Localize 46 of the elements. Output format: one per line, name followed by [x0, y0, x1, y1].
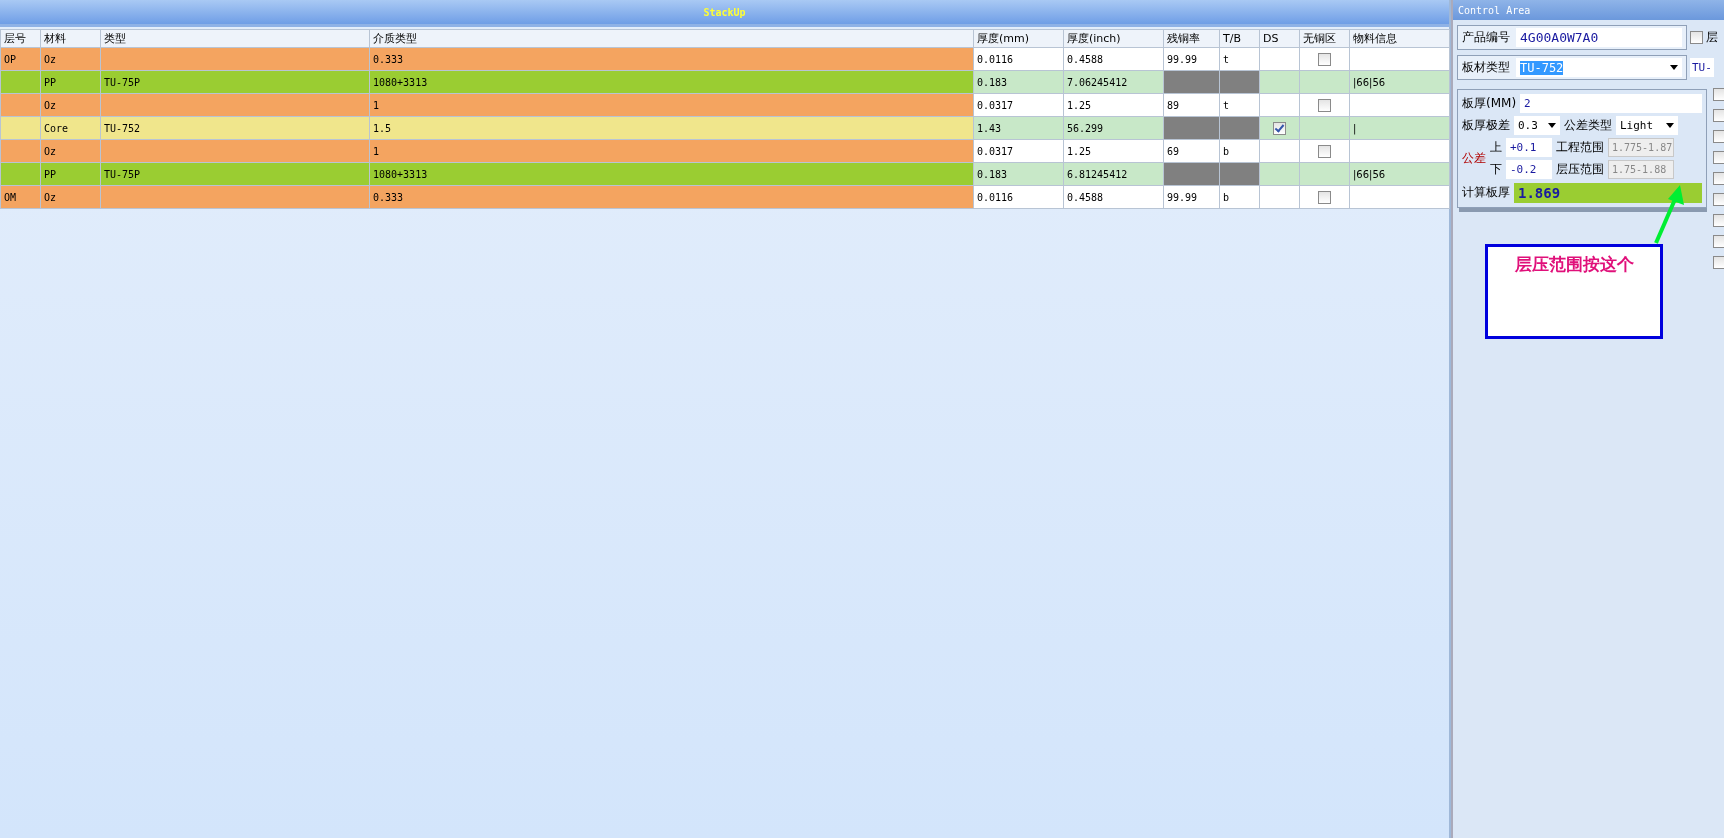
table-cell: 1 [369, 93, 974, 117]
calculated-value: 1.869 [1514, 182, 1702, 203]
column-header: 层号 [0, 29, 41, 48]
table-cell: TU-752 [100, 116, 370, 140]
input-field[interactable]: +0.1 [1506, 138, 1552, 157]
input-field[interactable]: 4G00A0W7A0 [1516, 28, 1682, 47]
column-header: 类型 [100, 29, 370, 48]
tolerance-label: 公差 [1462, 150, 1486, 167]
column-header: T/B [1219, 29, 1260, 48]
field-label: 公差类型 [1564, 117, 1612, 134]
annotation-text: 层压范围按这个 [1514, 253, 1634, 276]
input-field[interactable]: TU- [1690, 58, 1714, 77]
field-label: 计算板厚 [1462, 184, 1510, 201]
column-header: 介质类型 [369, 29, 974, 48]
field-label: 板厚(MM) [1462, 95, 1517, 112]
field-label: 上 [1490, 139, 1502, 156]
column-header: 残铜率 [1163, 29, 1220, 48]
input-field[interactable]: -0.2 [1506, 160, 1552, 179]
field-label: 层压范围 [1556, 161, 1604, 178]
table-cell: OM [0, 185, 41, 209]
checkbox-label: 层 [1706, 29, 1718, 46]
column-header: 物料信息 [1349, 29, 1450, 48]
field-label: 板材类型 [1462, 59, 1510, 76]
panel-title: Control Area [1458, 4, 1531, 16]
table-cell: 1080+3313 [369, 162, 974, 186]
table-cell: TU-75P [100, 162, 370, 186]
column-header: 无铜区 [1299, 29, 1350, 48]
column-header: 厚度(mm) [973, 29, 1064, 48]
dropdown[interactable]: Light [1616, 116, 1678, 135]
table-cell: 1 [369, 139, 974, 163]
window-title: StackUp [703, 6, 746, 18]
table-cell: 0.333 [369, 47, 974, 71]
field-label: 板厚极差 [1462, 117, 1510, 134]
table-cell: 1080+3313 [369, 70, 974, 94]
table-cell: TU-75P [100, 70, 370, 94]
input-field[interactable]: 2 [1520, 94, 1702, 113]
dropdown[interactable]: 0.3 [1514, 116, 1560, 135]
field-label: 下 [1490, 161, 1502, 178]
field-label: 产品编号 [1462, 29, 1510, 46]
column-header: DS [1259, 29, 1300, 48]
column-header: 材料 [40, 29, 101, 48]
field-label: 工程范围 [1556, 139, 1604, 156]
table-cell: 0.333 [369, 185, 974, 209]
table-cell: 1.5 [369, 116, 974, 140]
column-header: 厚度(inch) [1063, 29, 1164, 48]
table-cell: OP [0, 47, 41, 71]
